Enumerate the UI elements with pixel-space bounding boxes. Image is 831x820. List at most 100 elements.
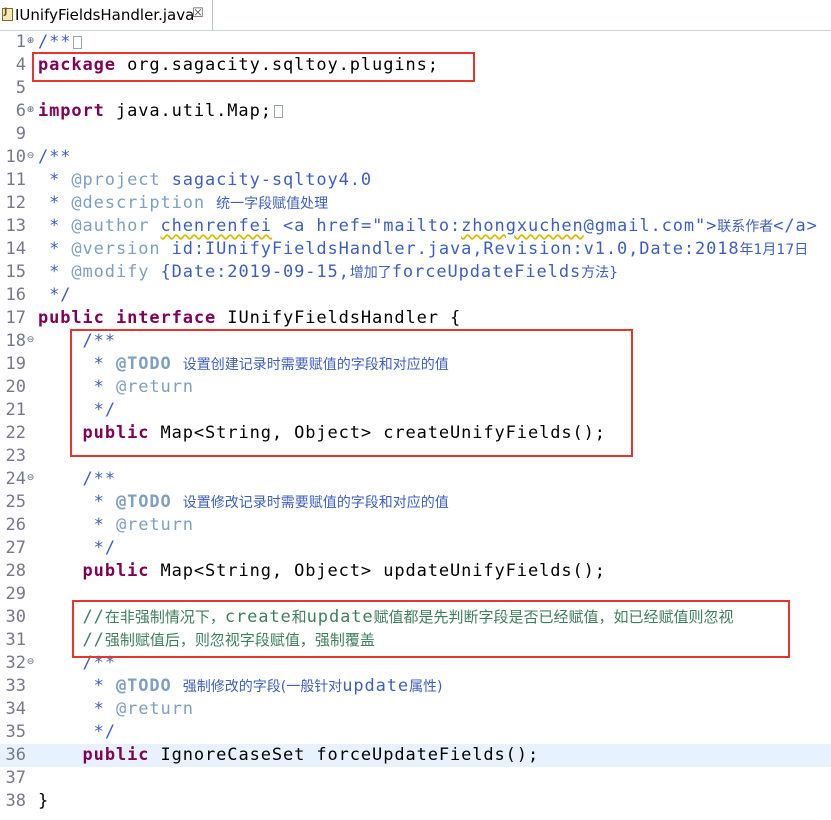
line-number: 10 [5, 147, 26, 167]
code-token: /** [38, 147, 72, 167]
line-number: 13 [5, 216, 26, 236]
code-token: {Date:2019-09-15, [149, 262, 350, 282]
code-text: * @return [38, 514, 194, 537]
line-number: 20 [5, 377, 26, 397]
code-token: @description [71, 193, 206, 213]
line-number: 36 [5, 745, 26, 765]
code-token: @project [71, 170, 161, 190]
code-token: @gmail.com"> [583, 216, 718, 236]
code-line[interactable]: 16 */ [0, 284, 831, 307]
code-line[interactable]: 24 ⊖ /** [0, 468, 831, 491]
code-text: */ [38, 721, 116, 744]
code-line[interactable]: 15 * @modify {Date:2019-09-15,增加了forceUp… [0, 261, 831, 284]
code-text: /** [38, 146, 71, 169]
code-token: @version [71, 239, 161, 259]
code-text: /** [38, 31, 83, 54]
collapse-fold-icon[interactable]: ⊖ [26, 474, 35, 483]
code-token: public [82, 745, 150, 765]
line-number: 26 [5, 515, 26, 535]
expand-fold-icon[interactable]: ⊕ [26, 106, 35, 115]
code-token: @TODO [115, 492, 172, 512]
code-token: 统一字段赋值处理 [216, 196, 329, 212]
code-token: import [38, 101, 105, 121]
code-text: * @description 统一字段赋值处理 [38, 192, 328, 216]
collapse-fold-icon[interactable]: ⊖ [26, 658, 35, 667]
code-token: IUnifyFieldsHandler { [216, 308, 462, 328]
line-number: 32 [5, 653, 26, 673]
line-number: 24 [5, 469, 26, 489]
line-number: 33 [5, 676, 26, 696]
code-token: chenrenfei [160, 216, 272, 236]
line-number: 11 [5, 170, 26, 190]
line-number: 18 [5, 331, 26, 351]
code-line[interactable]: 28 public Map<String, Object> updateUnif… [0, 560, 831, 583]
code-text: * @project sagacity-sqltoy4.0 [38, 169, 372, 192]
collapse-fold-icon[interactable]: ⊖ [26, 152, 35, 161]
code-line[interactable]: 1 ⊕/** [0, 31, 831, 54]
code-text: public interface IUnifyFieldsHandler { [38, 307, 461, 330]
line-number: 27 [5, 538, 26, 558]
code-line[interactable]: 9 [0, 123, 831, 146]
code-line[interactable]: 17 public interface IUnifyFieldsHandler { [0, 307, 831, 330]
code-token: /** [82, 469, 116, 489]
expand-fold-icon[interactable]: ⊕ [26, 37, 35, 46]
code-token: forceUpdateFields [391, 262, 582, 282]
code-line[interactable]: 12 * @description 统一字段赋值处理 [0, 192, 831, 215]
file-tab-title: IUnifyFieldsHandler.java [15, 6, 195, 24]
code-line[interactable]: 26 * @return [0, 514, 831, 537]
comment-highlight-box [72, 600, 790, 658]
folded-content-marker[interactable] [73, 35, 83, 49]
code-line[interactable]: 25 * @TODO 设置修改记录时需要赋值的字段和对应的值 [0, 491, 831, 514]
code-line[interactable]: 34 * @return [0, 698, 831, 721]
line-number: 28 [5, 561, 26, 581]
collapse-fold-icon[interactable]: ⊖ [26, 336, 35, 345]
code-line[interactable]: 10 ⊖/** [0, 146, 831, 169]
code-token: @return [115, 515, 194, 535]
code-token: * [82, 492, 116, 512]
code-token: } [38, 791, 50, 811]
line-number: 23 [5, 446, 26, 466]
code-token: public [38, 308, 105, 328]
line-number: 15 [5, 262, 26, 282]
code-line[interactable]: 38} [0, 790, 831, 813]
line-number: 16 [5, 285, 26, 305]
code-token: 强制修改的字段(一般针对 [182, 679, 343, 695]
file-tab[interactable]: IUnifyFieldsHandler.java ☒ [0, 0, 213, 30]
line-number: 25 [5, 492, 26, 512]
code-token: java.util.Map; [104, 101, 272, 121]
code-line[interactable]: 14 * @version id:IUnifyFieldsHandler.jav… [0, 238, 831, 261]
line-number: 12 [5, 193, 26, 213]
code-text: */ [38, 284, 71, 307]
code-line[interactable]: 33 * @TODO 强制修改的字段(一般针对update属性) [0, 675, 831, 698]
package-highlight-box [32, 52, 475, 82]
close-tab-icon[interactable]: ☒ [192, 6, 204, 21]
code-token: sagacity-sqltoy4.0 [160, 170, 373, 190]
code-token: 设置修改记录时需要赋值的字段和对应的值 [182, 495, 449, 511]
code-token: 增加了 [349, 265, 392, 281]
code-line[interactable]: 11 * @project sagacity-sqltoy4.0 [0, 169, 831, 192]
code-token: id:IUnifyFieldsHandler.java,Revision:v1.… [160, 239, 740, 259]
code-text: /** [38, 468, 116, 491]
code-line[interactable]: 36 public IgnoreCaseSet forceUpdateField… [0, 744, 831, 767]
code-line[interactable]: 37 [0, 767, 831, 790]
code-line[interactable]: 6 ⊕ import java.util.Map; [0, 100, 831, 123]
code-token: * [38, 239, 72, 259]
code-token: Map<String, Object> updateUnifyFields(); [149, 561, 606, 581]
code-token: * [82, 699, 116, 719]
line-number: 14 [5, 239, 26, 259]
code-line[interactable]: 13 * @author chenrenfei <a href="mailto:… [0, 215, 831, 238]
code-token: IgnoreCaseSet forceUpdateFields(); [149, 745, 540, 765]
folded-content-marker[interactable] [273, 104, 283, 118]
code-text: import java.util.Map; [38, 100, 283, 123]
line-number: 4 [15, 55, 26, 75]
code-line[interactable]: 27 */ [0, 537, 831, 560]
code-line[interactable]: 35 */ [0, 721, 831, 744]
code-text: */ [38, 537, 116, 560]
code-token: </a> [773, 216, 818, 236]
